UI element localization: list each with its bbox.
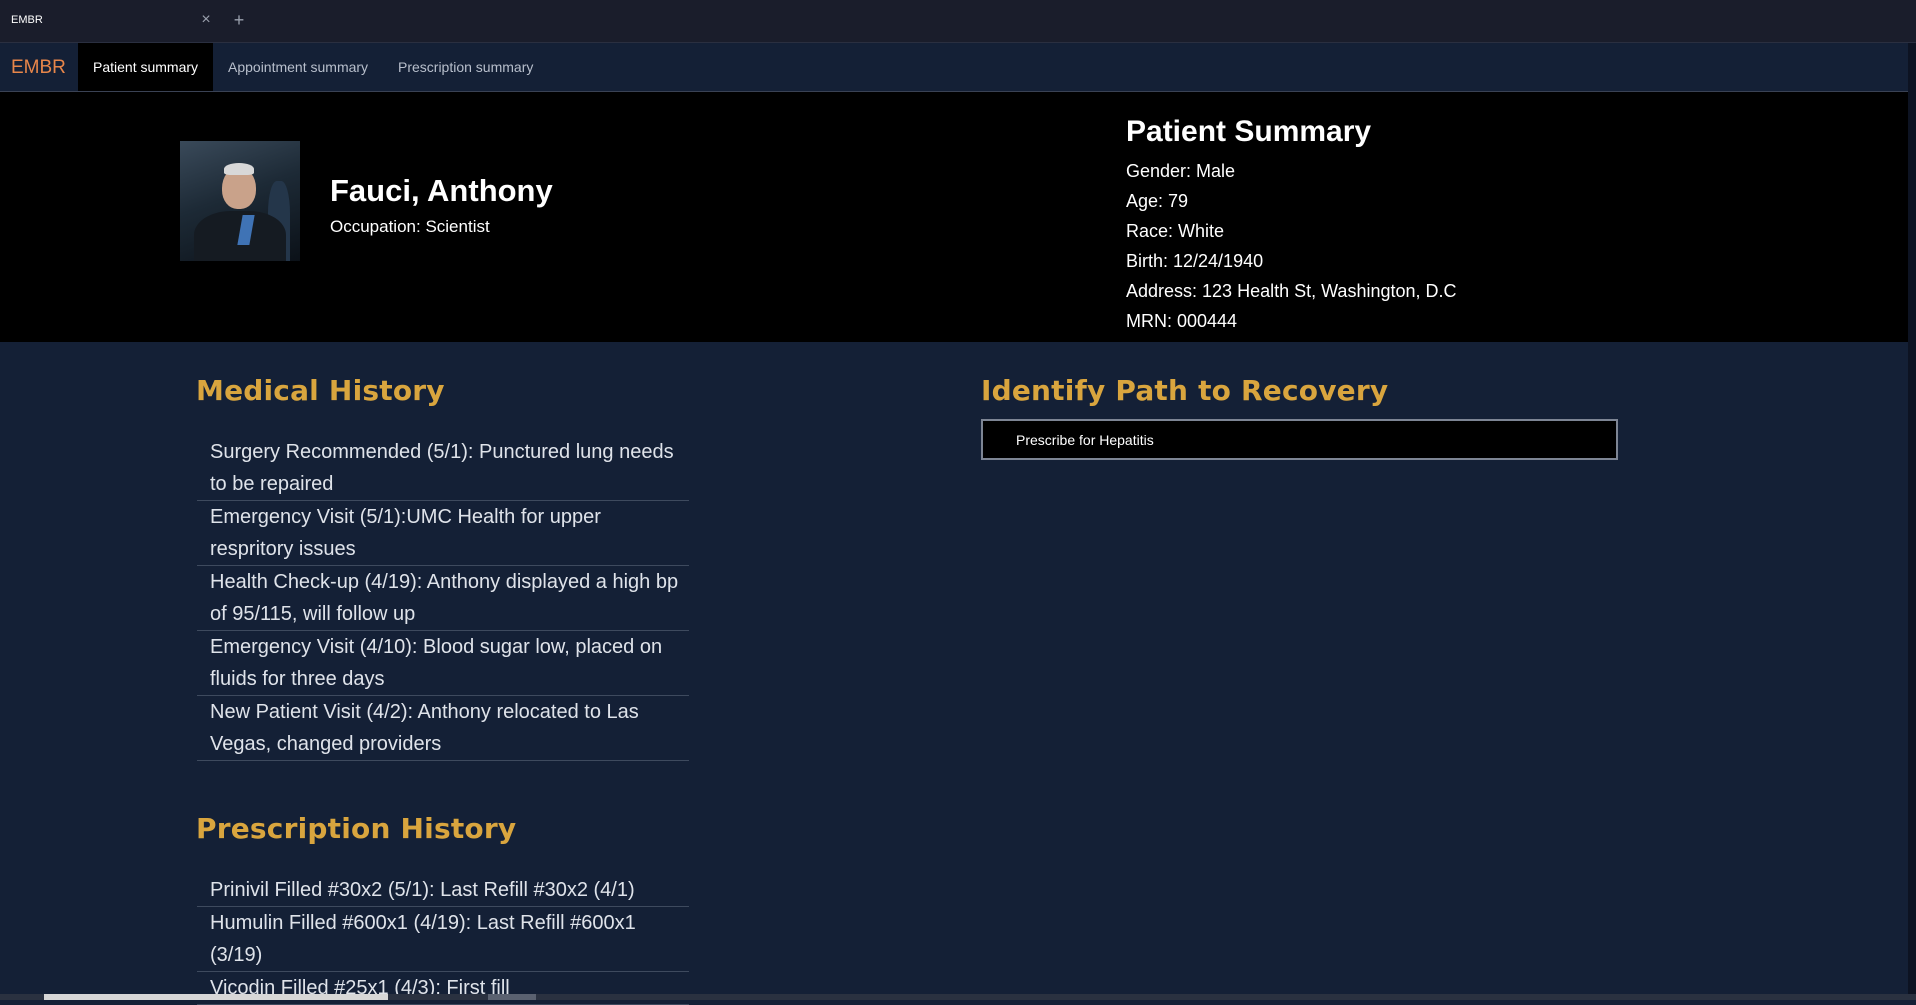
patient-race: Race: White: [1126, 221, 1225, 241]
patient-birth: Birth: 12/24/1940: [1126, 251, 1264, 271]
scrollbar-thumb-secondary[interactable]: [488, 994, 536, 1000]
patient-age: Age: 79: [1126, 191, 1189, 211]
list-item: Emergency Visit (4/10): Blood sugar low,…: [197, 631, 689, 696]
scrollbar-thumb[interactable]: [44, 994, 388, 1000]
patient-gender: Gender: Male: [1126, 161, 1236, 181]
app-navbar: EMBR Patient summary Appointment summary…: [0, 43, 1908, 92]
list-item: Vicodin Filled #25x1 (4/3): First fill: [197, 972, 689, 1005]
patient-summary-title: Patient Summary: [1126, 115, 1372, 148]
patient-header: Fauci, Anthony Occupation: Scientist Pat…: [0, 92, 1908, 342]
patient-name: Fauci, Anthony: [330, 173, 553, 208]
prescribe-hepatitis-option[interactable]: Prescribe for Hepatitis: [1016, 432, 1154, 448]
list-item: Health Check-up (4/19): Anthony displaye…: [197, 566, 689, 631]
browser-tab[interactable]: EMBR ×: [0, 0, 222, 42]
recovery-options-box: Prescribe for Hepatitis: [981, 419, 1618, 460]
medical-history-list: Surgery Recommended (5/1): Punctured lun…: [197, 436, 689, 761]
patient-mrn: MRN: 000444: [1126, 311, 1238, 331]
tab-prescription-summary[interactable]: Prescription summary: [383, 43, 548, 91]
patient-occupation: Occupation: Scientist: [330, 217, 490, 236]
browser-tab-title: EMBR: [11, 14, 43, 26]
list-item: Surgery Recommended (5/1): Punctured lun…: [197, 436, 689, 501]
list-item: Prinivil Filled #30x2 (5/1): Last Refill…: [197, 874, 689, 907]
medical-history-title: Medical History: [196, 374, 445, 407]
list-item: New Patient Visit (4/2): Anthony relocat…: [197, 696, 689, 761]
brand-logo[interactable]: EMBR: [11, 57, 66, 79]
recovery-title: Identify Path to Recovery: [981, 374, 1389, 407]
list-item: Humulin Filled #600x1 (4/19): Last Refil…: [197, 907, 689, 972]
list-item: Emergency Visit (5/1):UMC Health for upp…: [197, 501, 689, 566]
close-tab-icon[interactable]: ×: [197, 9, 215, 31]
tab-appointment-summary[interactable]: Appointment summary: [213, 43, 383, 91]
browser-tab-strip: EMBR × +: [0, 0, 1916, 43]
new-tab-icon[interactable]: +: [230, 9, 248, 31]
prescription-history-list: Prinivil Filled #30x2 (5/1): Last Refill…: [197, 874, 689, 1005]
patient-details-list: Gender: Male Age: 79 Race: White Birth: …: [1126, 156, 1457, 336]
tab-patient-summary[interactable]: Patient summary: [78, 43, 214, 91]
patient-address: Address: 123 Health St, Washington, D.C: [1126, 281, 1457, 301]
prescription-history-title: Prescription History: [196, 812, 517, 845]
horizontal-scrollbar[interactable]: [0, 994, 1916, 1000]
vertical-scrollbar[interactable]: [1908, 43, 1916, 1000]
patient-photo: [180, 141, 300, 261]
